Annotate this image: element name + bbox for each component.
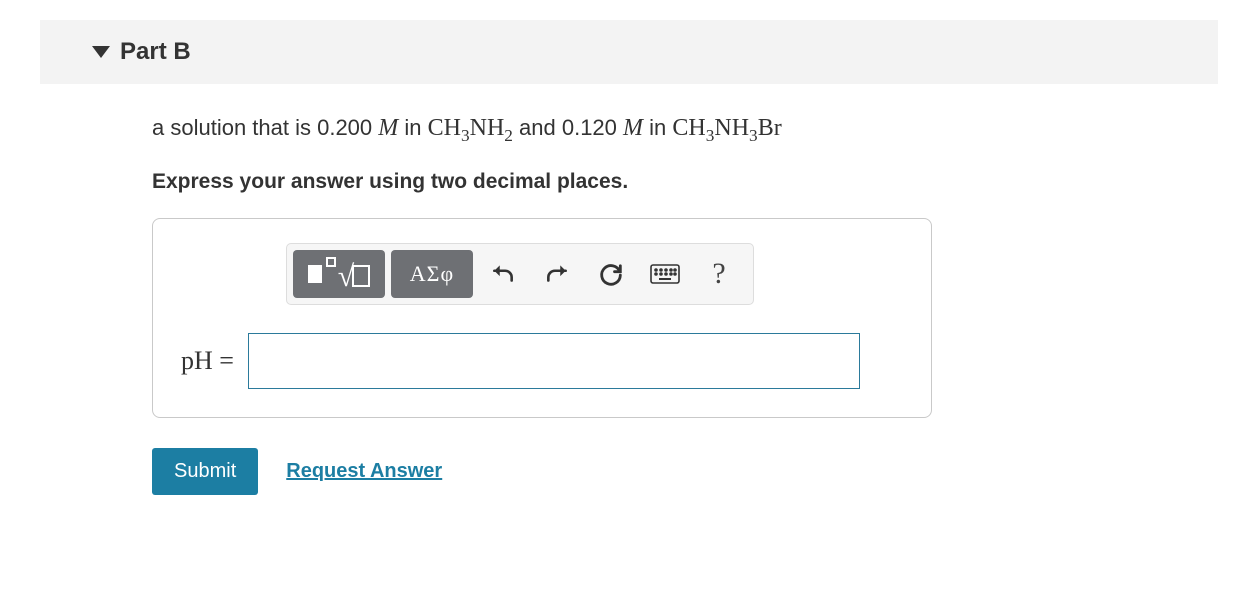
help-button[interactable]: ? xyxy=(695,250,743,298)
reset-icon xyxy=(597,260,625,288)
undo-icon xyxy=(490,261,516,287)
q-chem2: CH3NH3Br xyxy=(672,115,781,141)
keyboard-button[interactable] xyxy=(641,250,689,298)
toolbar-row: √ ΑΣφ xyxy=(286,243,754,305)
radical-icon: √ xyxy=(328,259,370,289)
answer-box: √ ΑΣφ xyxy=(152,218,932,418)
lhs-eq: = xyxy=(219,346,234,375)
undo-button[interactable] xyxy=(479,250,527,298)
part-header[interactable]: Part B xyxy=(40,20,1218,84)
redo-button[interactable] xyxy=(533,250,581,298)
greek-label: ΑΣφ xyxy=(410,261,454,287)
request-answer-label: Request Answer xyxy=(286,460,442,482)
question-text: a solution that is 0.200 M in CH3NH2 and… xyxy=(152,112,1218,148)
q-chem1: CH3NH2 xyxy=(428,115,513,141)
q-in2: in xyxy=(643,115,672,140)
answer-input[interactable] xyxy=(248,333,860,389)
toolbar: √ ΑΣφ xyxy=(286,243,903,305)
keyboard-icon xyxy=(650,263,680,285)
actions-row: Submit Request Answer xyxy=(152,448,1218,495)
greek-symbols-button[interactable]: ΑΣφ xyxy=(391,250,473,298)
chevron-down-icon xyxy=(92,46,110,58)
part-title: Part B xyxy=(120,38,191,66)
q-m2: M xyxy=(623,115,643,141)
q-pre1: a solution that is 0.200 xyxy=(152,115,378,140)
templates-button[interactable]: √ xyxy=(293,250,385,298)
q-mid: and 0.120 xyxy=(513,115,623,140)
submit-label: Submit xyxy=(174,460,236,482)
submit-button[interactable]: Submit xyxy=(152,448,258,495)
rectangle-icon xyxy=(308,265,322,283)
reset-button[interactable] xyxy=(587,250,635,298)
lhs-var: pH xyxy=(181,346,213,375)
content-area: a solution that is 0.200 M in CH3NH2 and… xyxy=(40,84,1218,525)
q-m1: M xyxy=(378,115,398,141)
answer-lhs: pH = xyxy=(181,346,234,376)
input-row: pH = xyxy=(181,333,903,389)
request-answer-link[interactable]: Request Answer xyxy=(286,460,442,483)
help-icon: ? xyxy=(712,257,725,291)
redo-icon xyxy=(544,261,570,287)
q-in1: in xyxy=(398,115,427,140)
instruction: Express your answer using two decimal pl… xyxy=(152,170,1218,194)
